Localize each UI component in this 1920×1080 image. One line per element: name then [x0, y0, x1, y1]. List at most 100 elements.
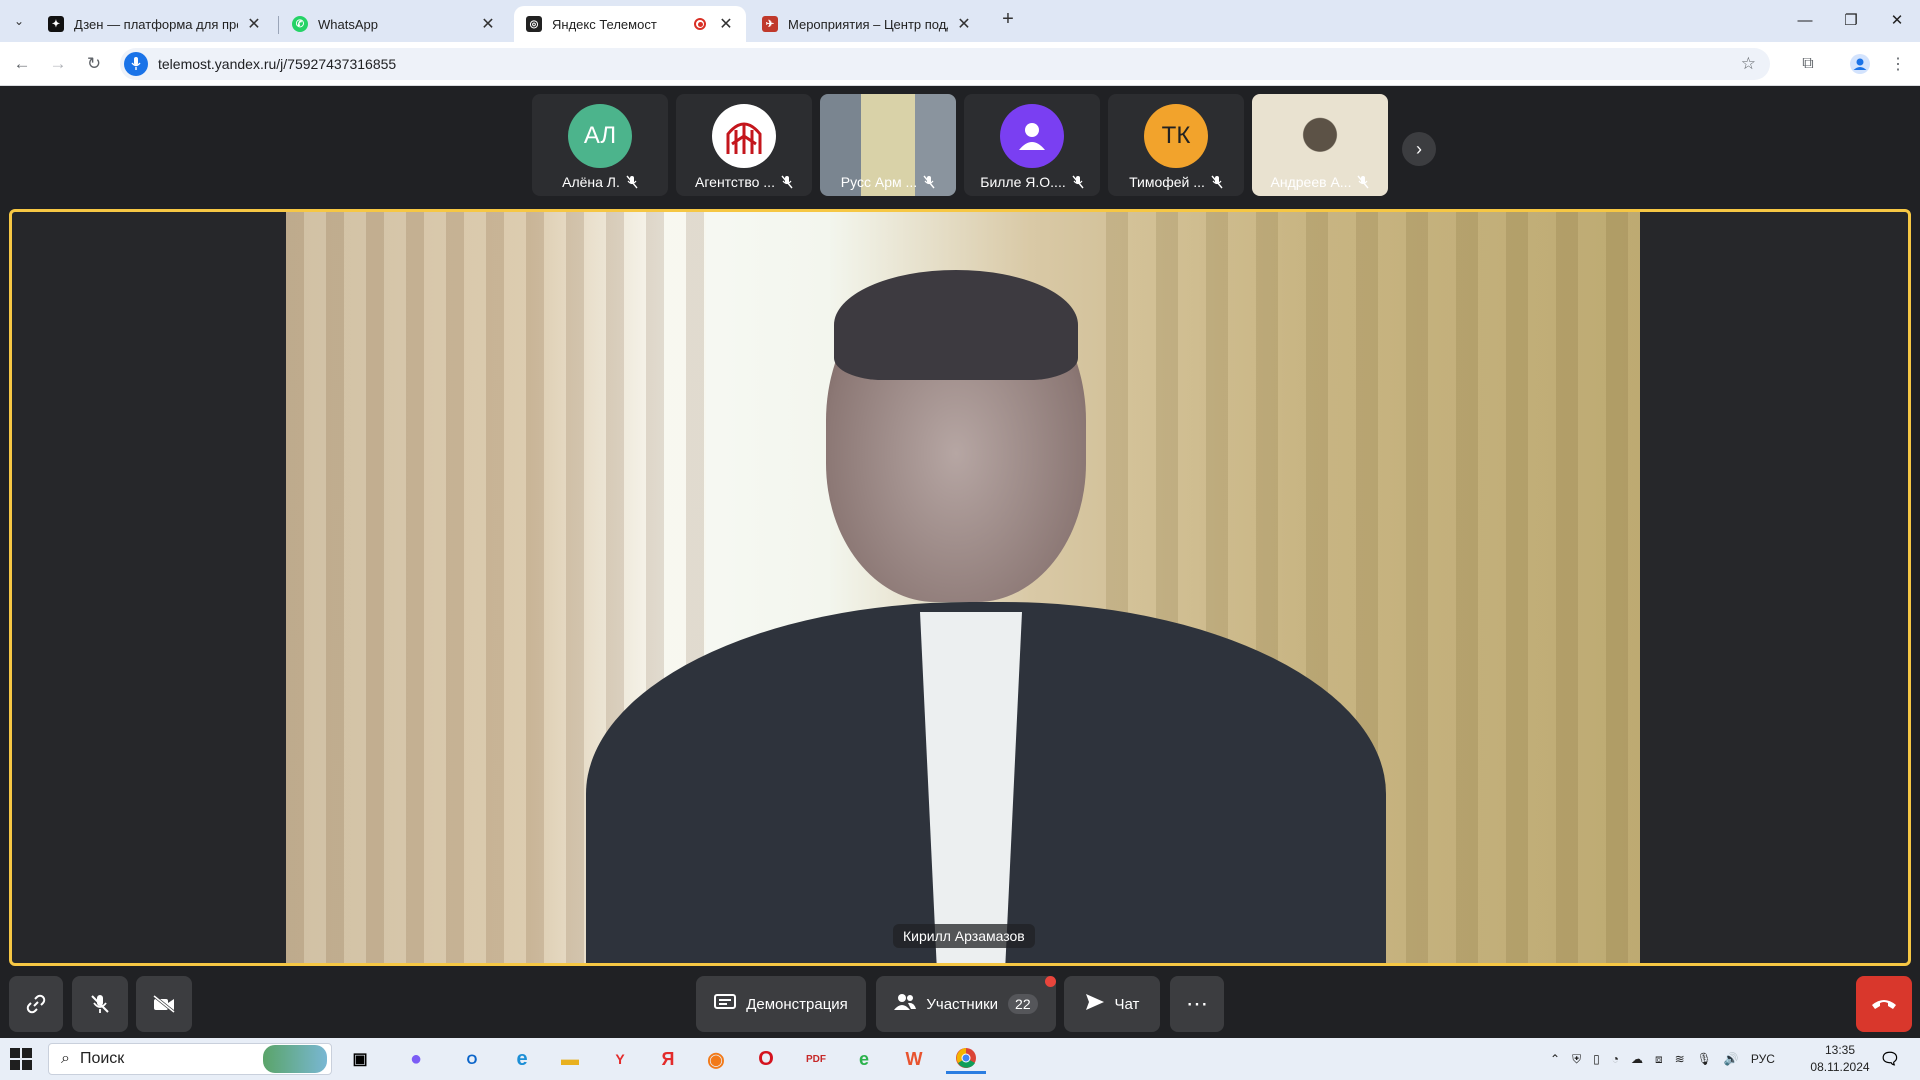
yandex-icon[interactable]: Я [652, 1044, 684, 1074]
browser-toolbar: ← → ↻ telemost.yandex.ru/j/7592743731685… [0, 42, 1920, 86]
chevron-right-icon[interactable]: › [1402, 132, 1436, 166]
agency-logo-icon [712, 104, 776, 168]
participant-tile[interactable]: Русс Арм ... [820, 94, 956, 196]
defender-icon[interactable]: ⛨ [1572, 1052, 1581, 1067]
firefox-icon[interactable]: ◉ [700, 1044, 732, 1074]
participant-tile[interactable]: Билле Я.О.... [964, 94, 1100, 196]
tab-whatsapp[interactable]: ✆ WhatsApp ✕ [280, 6, 508, 42]
volume-icon[interactable]: 🔊 [1724, 1052, 1739, 1066]
tab-title: WhatsApp [318, 16, 378, 32]
url-text: telemost.yandex.ru/j/75927437316855 [158, 56, 397, 72]
taskbar-search[interactable]: ⌕ Поиск [48, 1043, 332, 1075]
edge-icon[interactable]: e [506, 1044, 538, 1074]
minimize-icon[interactable]: — [1782, 0, 1828, 40]
participant-name: Тимофей ... [1129, 174, 1205, 190]
alice-assistant-icon[interactable]: ● [400, 1044, 432, 1074]
more-dots-icon: ⋯ [1186, 991, 1208, 1016]
tab-divider [278, 16, 279, 34]
leave-call-button[interactable] [1856, 976, 1912, 1032]
mic-off-icon [1211, 175, 1223, 189]
meeting-area: АЛ Алёна Л. Агентство ... Русс Арм ... Б… [0, 86, 1920, 1038]
participant-tile[interactable]: ТК Тимофей ... [1108, 94, 1244, 196]
windows-start-icon[interactable] [10, 1048, 32, 1070]
mic-off-icon [1072, 175, 1084, 189]
browser-menu-icon[interactable]: ⋮ [1884, 50, 1912, 78]
active-speaker-stage: Кирилл Арзамазов [9, 209, 1911, 966]
tray-chevron-icon[interactable]: ⌃ [1550, 1052, 1560, 1066]
profile-avatar[interactable] [1846, 50, 1874, 78]
reload-icon[interactable]: ↻ [80, 50, 108, 78]
person-icon [1000, 104, 1064, 168]
participant-tile[interactable]: Агентство ... [676, 94, 812, 196]
cloud-icon[interactable]: ☁ [1631, 1052, 1643, 1066]
participant-name: Билле Я.О.... [980, 174, 1066, 190]
mic-off-icon [1357, 175, 1370, 189]
back-icon[interactable]: ← [8, 50, 36, 78]
display-icon[interactable]: ⧈ [1655, 1052, 1663, 1067]
yandex-browser-icon[interactable]: Y [604, 1044, 636, 1074]
more-options-button[interactable]: ⋯ [1170, 976, 1224, 1032]
w-app-icon[interactable]: W [898, 1044, 930, 1074]
chat-label: Чат [1114, 995, 1140, 1013]
tab-search-chevron-icon[interactable]: ⌄ [6, 8, 32, 34]
mic-off-icon [626, 175, 638, 189]
opera-icon[interactable]: O [750, 1044, 782, 1074]
address-bar[interactable]: telemost.yandex.ru/j/75927437316855 ☆ [120, 48, 1770, 80]
green-e-icon[interactable]: e [848, 1044, 880, 1074]
tab-events[interactable]: ✈ Мероприятия – Центр поддер ✕ [750, 6, 984, 42]
clock-date: 08.11.2024 [1810, 1060, 1870, 1074]
participant-tile[interactable]: Андреев А... [1252, 94, 1388, 196]
restore-icon[interactable]: ❐ [1828, 0, 1874, 40]
camera-toggle-button[interactable] [136, 976, 192, 1032]
search-icon: ⌕ [61, 1050, 70, 1067]
close-tab-icon[interactable]: ✕ [480, 14, 496, 34]
system-clock[interactable]: 13:35 08.11.2024 [1808, 1042, 1872, 1076]
avatar: АЛ [568, 104, 632, 168]
participant-name: Андреев А... [1270, 174, 1352, 190]
forward-icon[interactable]: → [44, 50, 72, 78]
events-site-icon: ✈ [762, 16, 778, 32]
wifi-icon[interactable]: ≋ [1675, 1052, 1685, 1066]
tab-title: Яндекс Телемост [552, 16, 657, 32]
new-tab-button[interactable]: + [996, 8, 1020, 32]
search-highlight-image [263, 1045, 327, 1073]
bookmark-star-icon[interactable]: ☆ [1741, 54, 1756, 74]
update-badge-icon[interactable]: ◔ [1612, 1052, 1619, 1066]
task-view-icon[interactable]: ▣ [344, 1044, 376, 1074]
usb-icon[interactable]: ▯ [1593, 1052, 1600, 1066]
send-arrow-icon [1085, 993, 1105, 1015]
close-tab-icon[interactable]: ✕ [956, 14, 972, 34]
clock-time: 13:35 [1824, 1043, 1856, 1057]
close-tab-icon[interactable]: ✕ [718, 14, 734, 34]
tab-title: Мероприятия – Центр поддер [788, 16, 948, 32]
participants-label: Участники [926, 995, 999, 1013]
copy-link-button[interactable] [9, 976, 63, 1032]
file-explorer-icon[interactable]: ▬ [554, 1044, 586, 1074]
telemost-icon: ◎ [526, 16, 542, 32]
screen-share-button[interactable]: Демонстрация [696, 976, 866, 1032]
outlook-icon[interactable]: O [456, 1044, 488, 1074]
mic-off-icon [923, 175, 935, 189]
participant-name: Алёна Л. [562, 174, 620, 190]
tab-dzen[interactable]: ✦ Дзен — платформа для просм ✕ [36, 6, 274, 42]
participants-button[interactable]: Участники 22 [876, 976, 1056, 1032]
language-indicator[interactable]: РУС [1751, 1052, 1775, 1066]
microphone-in-use-icon[interactable] [124, 52, 148, 76]
camera-off-icon [153, 994, 175, 1014]
mic-toggle-button[interactable] [72, 976, 128, 1032]
extensions-icon[interactable]: ⧉ [1794, 50, 1822, 78]
tab-telemost[interactable]: ◎ Яндекс Телемост ✕ [514, 6, 746, 42]
pdf-reader-icon[interactable]: PDF [800, 1044, 832, 1074]
participant-tile[interactable]: АЛ Алёна Л. [532, 94, 668, 196]
close-window-icon[interactable]: ✕ [1874, 0, 1920, 40]
recording-icon [694, 18, 706, 30]
chrome-icon[interactable] [946, 1044, 986, 1074]
close-tab-icon[interactable]: ✕ [246, 14, 262, 34]
notifications-icon[interactable]: 🗨 [1874, 1044, 1906, 1074]
whatsapp-icon: ✆ [292, 16, 308, 32]
microphone-icon[interactable]: 🎙 [1697, 1052, 1712, 1066]
chat-button[interactable]: Чат [1064, 976, 1160, 1032]
avatar: ТК [1144, 104, 1208, 168]
participant-name: Русс Арм ... [840, 174, 918, 190]
speaker-name-label: Кирилл Арзамазов [893, 924, 1035, 948]
